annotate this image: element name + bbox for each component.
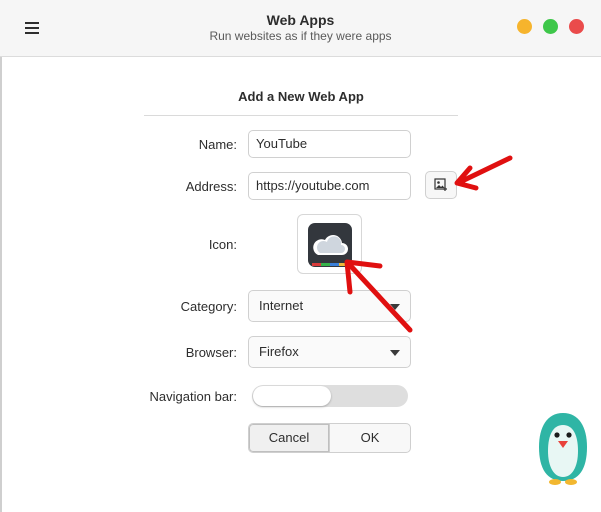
header-bar: Web Apps Run websites as if they were ap… xyxy=(0,0,601,57)
category-value: Internet xyxy=(259,298,304,313)
browser-label: Browser: xyxy=(185,345,237,360)
navigation-bar-toggle[interactable] xyxy=(252,385,408,407)
ok-button[interactable]: OK xyxy=(330,424,410,452)
icon-preview-button[interactable] xyxy=(297,214,362,274)
navbar-label: Navigation bar: xyxy=(149,389,237,404)
penguin-mascot-icon xyxy=(539,413,587,485)
name-input[interactable]: YouTube xyxy=(248,130,411,158)
window-subtitle: Run websites as if they were apps xyxy=(209,29,392,43)
heading-separator xyxy=(144,115,458,116)
category-label: Category: xyxy=(180,299,237,314)
window-title: Web Apps xyxy=(266,12,335,28)
dropdown-arrow-icon xyxy=(390,350,400,356)
dialog-buttons: Cancel OK xyxy=(248,423,411,453)
dropdown-arrow-icon xyxy=(390,304,400,310)
minimize-button[interactable] xyxy=(517,19,532,34)
fetch-icon-button[interactable] xyxy=(425,171,457,199)
toggle-knob xyxy=(253,386,331,406)
browser-dropdown[interactable]: Firefox xyxy=(248,336,411,368)
category-dropdown[interactable]: Internet xyxy=(248,290,411,322)
close-button[interactable] xyxy=(569,19,584,34)
browser-value: Firefox xyxy=(259,344,299,359)
image-picker-icon xyxy=(434,178,447,191)
name-label: Name: xyxy=(198,137,237,152)
cancel-button[interactable]: Cancel xyxy=(249,424,330,452)
page-heading: Add a New Web App xyxy=(238,89,364,104)
maximize-button[interactable] xyxy=(543,19,558,34)
address-input[interactable]: https://youtube.com xyxy=(248,172,411,200)
arrow-to-icon-picker xyxy=(454,155,513,191)
address-label: Address: xyxy=(185,179,237,194)
cloud-app-icon xyxy=(308,223,352,267)
window-edge xyxy=(0,57,2,512)
icon-label: Icon: xyxy=(208,237,237,252)
